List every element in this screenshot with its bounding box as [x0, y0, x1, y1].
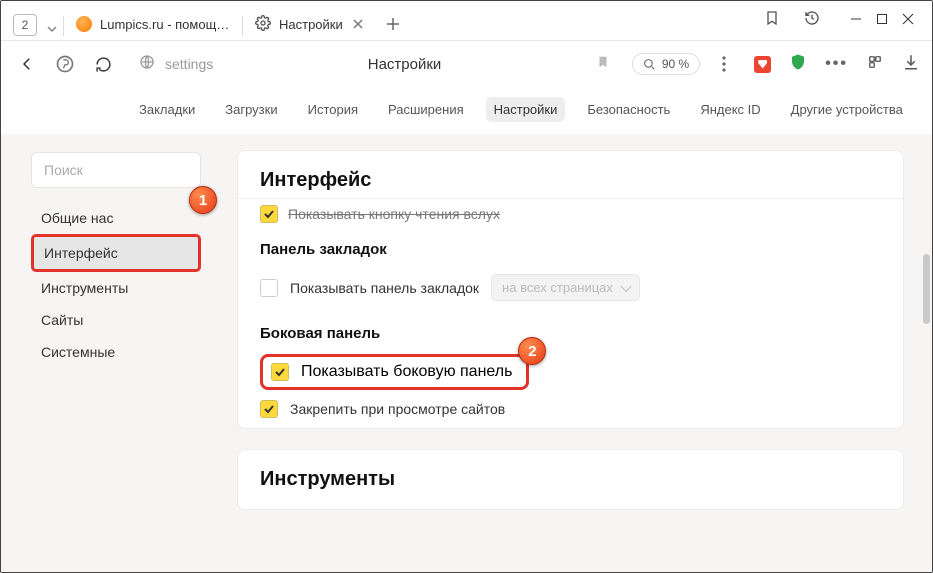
section-heading-interface: Интерфейс [260, 169, 881, 192]
gear-icon [255, 15, 271, 34]
annotation-badge-2: 2 [518, 337, 546, 365]
subnav-yandex-id[interactable]: Яндекс ID [692, 97, 768, 122]
subnav-downloads[interactable]: Загрузки [217, 97, 285, 122]
close-tab-button[interactable] [351, 17, 365, 31]
subnav-extensions[interactable]: Расширения [380, 97, 472, 122]
subnav-history[interactable]: История [300, 97, 366, 122]
zoom-value: 90 % [662, 57, 689, 71]
tab-dropdown-button[interactable] [43, 24, 61, 34]
orange-favicon-icon [76, 16, 92, 32]
reload-button[interactable] [89, 50, 117, 78]
section-heading-tools: Инструменты [260, 468, 881, 491]
site-options-button[interactable] [710, 50, 738, 78]
subheading-bookmarks-panel: Панель закладок [260, 241, 881, 258]
more-extensions-button[interactable]: ••• [825, 55, 848, 73]
zoom-indicator[interactable]: 90 % [632, 53, 700, 75]
option-label: Показывать кнопку чтения вслух [288, 206, 500, 222]
reading-list-icon[interactable] [764, 10, 780, 31]
bookmark-icon[interactable] [596, 54, 610, 75]
subnav-other-devices[interactable]: Другие устройства [783, 97, 911, 122]
subnav-settings[interactable]: Настройки [486, 97, 566, 122]
extensions-puzzle-icon[interactable] [866, 53, 884, 76]
option-label: Показывать панель закладок [290, 280, 479, 296]
close-window-button[interactable] [902, 12, 914, 30]
site-lock-icon[interactable] [139, 54, 155, 75]
subnav-bookmarks[interactable]: Закладки [131, 97, 203, 122]
checkbox-show-side-panel[interactable] [271, 363, 289, 381]
checkbox-read-aloud[interactable] [260, 205, 278, 223]
titlebar-actions [748, 10, 836, 31]
sidebar-item-tools[interactable]: Инструменты [31, 272, 201, 304]
toolbar: settings Настройки 90 % ••• [1, 41, 932, 87]
tab-strip: 2 Lumpics.ru - помощь с кон Настройки [1, 1, 748, 40]
option-label: Закрепить при просмотре сайтов [290, 401, 505, 417]
settings-search-input[interactable]: Поиск [31, 152, 201, 188]
option-label: Показывать боковую панель [301, 363, 512, 381]
sidebar-item-system[interactable]: Системные [31, 336, 201, 368]
content-area: Поиск Общие нас 1 Интерфейс Инструменты … [1, 134, 932, 572]
tab-title: Lumpics.ru - помощь с кон [100, 17, 230, 32]
minimize-button[interactable] [850, 12, 862, 30]
tab-settings[interactable]: Настройки [245, 8, 375, 40]
subnav-security[interactable]: Безопасность [579, 97, 678, 122]
history-icon[interactable] [804, 10, 820, 31]
sidebar-item-label: Общие нас [41, 210, 113, 226]
option-show-side-panel: Показывать боковую панель 2 [260, 354, 529, 390]
card-interface: Интерфейс Показывать кнопку чтения вслух… [237, 150, 904, 429]
address-path: settings [165, 56, 213, 72]
yandex-logo-icon[interactable] [51, 50, 79, 78]
downloads-icon[interactable] [902, 53, 920, 76]
address-bar[interactable]: settings Настройки [127, 48, 622, 80]
window-controls [836, 1, 928, 40]
adblock-icon[interactable] [754, 56, 771, 73]
open-tabs-counter[interactable]: 2 [13, 14, 37, 36]
sidebar-item-interface[interactable]: Интерфейс [31, 234, 201, 272]
settings-sidebar: Поиск Общие нас 1 Интерфейс Инструменты … [1, 134, 211, 572]
sidebar-item-label: Интерфейс [44, 245, 118, 261]
tab-title: Настройки [279, 17, 343, 32]
scrollbar-thumb[interactable] [923, 254, 930, 324]
protect-shield-icon[interactable] [789, 53, 807, 76]
bookmarks-scope-select: на всех страницах [491, 274, 640, 301]
checkbox-pin-on-view[interactable] [260, 400, 278, 418]
magnifier-icon [643, 58, 656, 71]
subheading-side-panel: Боковая панель [260, 325, 380, 342]
tab-lumpics[interactable]: Lumpics.ru - помощь с кон [66, 8, 240, 40]
sidebar-item-sites[interactable]: Сайты [31, 304, 201, 336]
settings-main: Интерфейс Показывать кнопку чтения вслух… [211, 134, 932, 572]
titlebar: 2 Lumpics.ru - помощь с кон Настройки [1, 1, 932, 41]
maximize-button[interactable] [876, 12, 888, 30]
back-button[interactable] [13, 50, 41, 78]
settings-subnav: Закладки Загрузки История Расширения Нас… [1, 87, 932, 134]
checkbox-show-bookmarks-panel[interactable] [260, 279, 278, 297]
toolbar-extensions: ••• [748, 53, 920, 76]
new-tab-button[interactable] [379, 10, 407, 38]
sidebar-item-general[interactable]: Общие нас 1 [31, 202, 201, 234]
card-tools: Инструменты [237, 449, 904, 510]
annotation-badge-1: 1 [189, 186, 217, 214]
page-title: Настройки [368, 56, 442, 73]
